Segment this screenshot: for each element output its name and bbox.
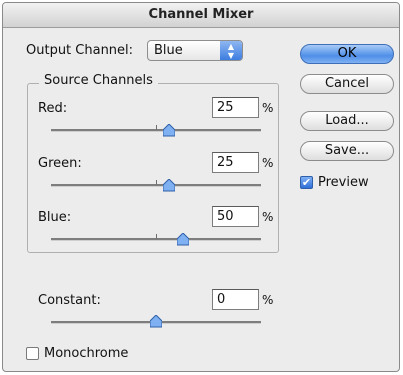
constant-value-field[interactable]: 0 [212, 289, 259, 310]
monochrome-checkbox[interactable] [26, 347, 39, 360]
updown-arrows-icon: ▲ ▼ [220, 41, 242, 60]
green-slider-center-tick [156, 180, 157, 185]
blue-label: Blue: [38, 210, 72, 225]
load-button[interactable]: Load... [300, 111, 394, 131]
constant-slider-thumb[interactable] [150, 315, 162, 328]
blue-slider-thumb[interactable] [177, 233, 189, 246]
preview-label: Preview [318, 175, 369, 190]
constant-label: Constant: [38, 293, 101, 308]
dialog-title: Channel Mixer [3, 3, 399, 28]
green-slider-thumb[interactable] [163, 179, 175, 192]
blue-slider-center-tick [156, 234, 157, 239]
red-value-field[interactable]: 25 [212, 97, 259, 118]
red-label: Red: [38, 101, 68, 116]
output-channel-label: Output Channel: [26, 43, 134, 58]
output-channel-value: Blue [154, 43, 183, 58]
channel-mixer-dialog: Channel Mixer Output Channel: Blue ▲ ▼ So… [2, 2, 400, 372]
source-channels-legend: Source Channels [39, 73, 158, 88]
cancel-button[interactable]: Cancel [300, 74, 394, 94]
constant-percent-label: % [262, 293, 274, 307]
checkmark-icon: ✔ [301, 176, 312, 189]
monochrome-label: Monochrome [44, 346, 129, 361]
red-percent-label: % [262, 101, 274, 115]
save-button[interactable]: Save... [300, 141, 394, 161]
green-percent-label: % [262, 156, 274, 170]
blue-percent-label: % [262, 210, 274, 224]
red-slider-thumb[interactable] [163, 124, 175, 137]
ok-button[interactable]: OK [300, 44, 394, 64]
green-label: Green: [38, 156, 82, 171]
red-slider-center-tick [156, 125, 157, 130]
blue-value-field[interactable]: 50 [212, 206, 259, 227]
preview-checkbox[interactable]: ✔ [300, 176, 313, 189]
green-value-field[interactable]: 25 [212, 152, 259, 173]
output-channel-select[interactable]: Blue ▲ ▼ [147, 40, 243, 61]
